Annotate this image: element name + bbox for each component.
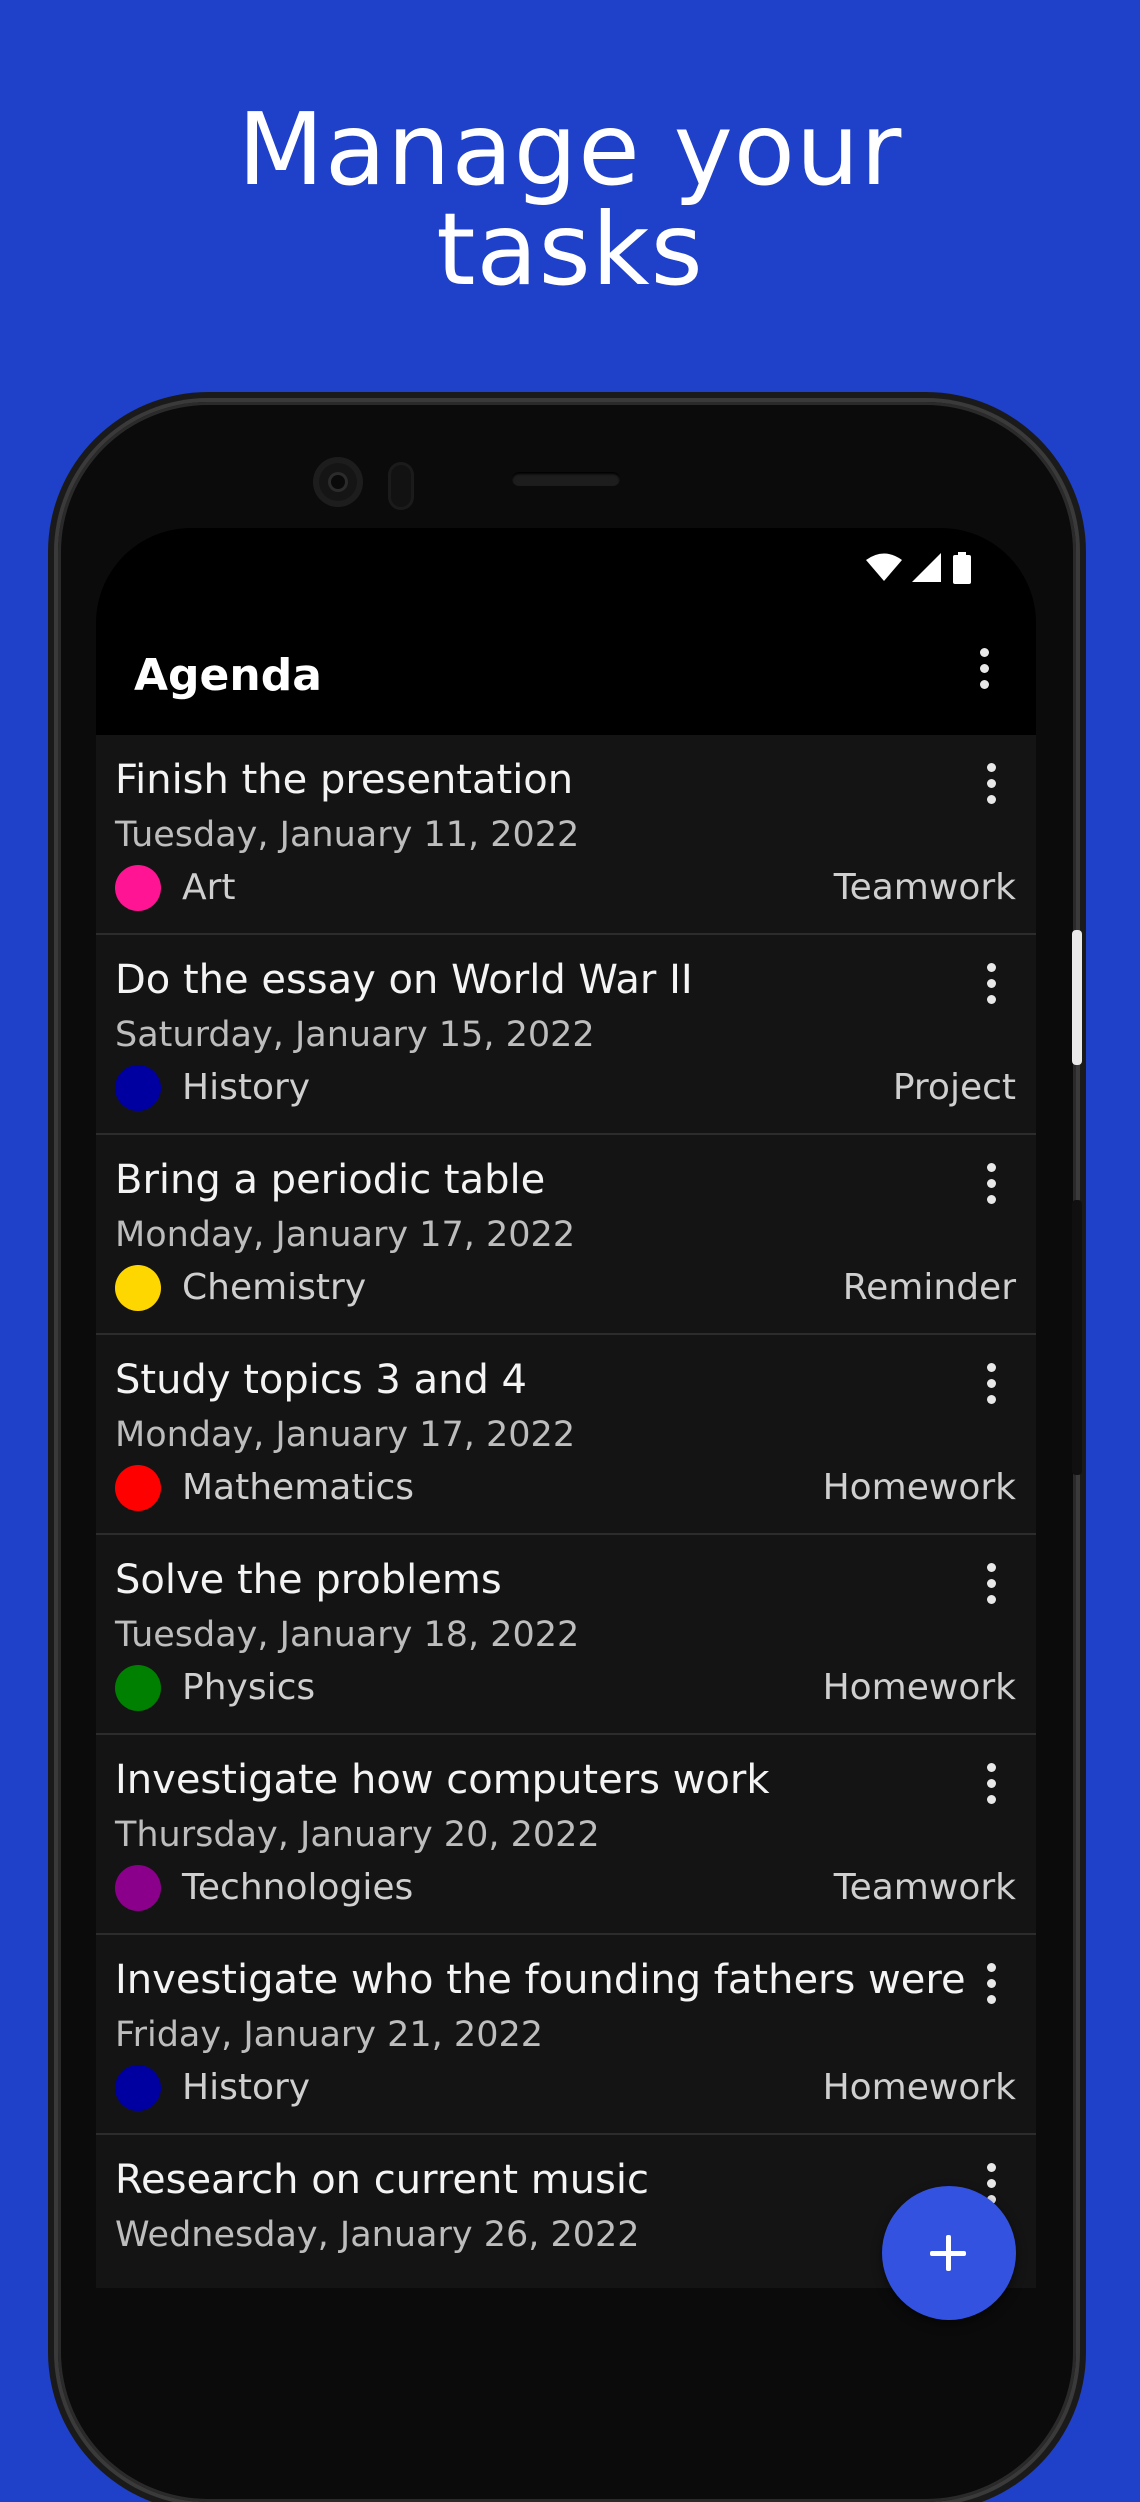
task-row[interactable]: Study topics 3 and 4 Monday, January 17, …	[96, 1335, 1036, 1535]
app-title: Agenda	[134, 650, 322, 701]
task-title: Do the essay on World War II	[115, 957, 693, 1003]
phone-screen: Agenda Finish the presentation Tuesday, J…	[96, 528, 1036, 2288]
subject-color-dot	[115, 1265, 161, 1311]
task-row[interactable]: Investigate who the founding fathers wer…	[96, 1935, 1036, 2135]
subject-color-dot	[115, 1865, 161, 1911]
task-subject: Physics	[182, 1667, 316, 1708]
task-title: Solve the problems	[115, 1557, 502, 1603]
task-row[interactable]: Finish the presentation Tuesday, January …	[96, 735, 1036, 935]
more-vert-icon[interactable]	[987, 1363, 996, 1404]
proximity-sensor	[388, 462, 414, 510]
task-type: Teamwork	[833, 1867, 1016, 1908]
subject-color-dot	[115, 2065, 161, 2111]
task-type: Homework	[822, 1467, 1016, 1508]
task-row[interactable]: Do the essay on World War II Saturday, Ja…	[96, 935, 1036, 1135]
task-date: Friday, January 21, 2022	[115, 2015, 543, 2055]
task-subject: Art	[182, 867, 236, 908]
subject-color-dot	[115, 1065, 161, 1111]
task-date: Wednesday, January 26, 2022	[115, 2215, 640, 2255]
more-vert-icon[interactable]	[987, 963, 996, 1004]
add-task-button[interactable]	[882, 2186, 1016, 2320]
task-type: Homework	[822, 2067, 1016, 2108]
task-row[interactable]: Solve the problems Tuesday, January 18, 2…	[96, 1535, 1036, 1735]
more-vert-icon[interactable]	[987, 1763, 996, 1804]
status-bar	[866, 548, 972, 588]
task-date: Thursday, January 20, 2022	[115, 1815, 600, 1855]
task-title: Finish the presentation	[115, 757, 574, 803]
front-camera	[313, 457, 363, 507]
more-vert-icon[interactable]	[974, 648, 994, 708]
task-date: Tuesday, January 11, 2022	[115, 815, 580, 855]
task-type: Teamwork	[833, 867, 1016, 908]
task-date: Monday, January 17, 2022	[115, 1415, 576, 1455]
task-row[interactable]: Bring a periodic table Monday, January 17…	[96, 1135, 1036, 1335]
task-type: Reminder	[842, 1267, 1016, 1308]
more-vert-icon[interactable]	[987, 1963, 996, 2004]
volume-button	[1072, 1200, 1082, 1475]
subject-color-dot	[115, 1465, 161, 1511]
power-button	[1072, 930, 1082, 1065]
subject-color-dot	[115, 865, 161, 911]
task-title: Research on current music	[115, 2157, 650, 2203]
task-subject: History	[182, 2067, 311, 2108]
headline: Manage your tasks	[0, 100, 1140, 300]
task-title: Investigate who the founding fathers wer…	[115, 1957, 966, 2003]
task-date: Saturday, January 15, 2022	[115, 1015, 595, 1055]
task-date: Tuesday, January 18, 2022	[115, 1615, 580, 1655]
wifi-icon	[866, 553, 902, 581]
battery-icon	[953, 552, 971, 584]
task-date: Monday, January 17, 2022	[115, 1215, 576, 1255]
task-title: Investigate how computers work	[115, 1757, 770, 1803]
more-vert-icon[interactable]	[987, 1163, 996, 1204]
task-title: Study topics 3 and 4	[115, 1357, 527, 1403]
task-subject: History	[182, 1067, 311, 1108]
more-vert-icon[interactable]	[987, 1563, 996, 1604]
cell-signal-icon	[912, 553, 941, 582]
task-type: Project	[892, 1067, 1016, 1108]
headline-line-2: tasks	[436, 191, 704, 308]
task-subject: Mathematics	[182, 1467, 414, 1508]
task-list: Finish the presentation Tuesday, January …	[96, 735, 1036, 2288]
more-vert-icon[interactable]	[987, 763, 996, 804]
subject-color-dot	[115, 1665, 161, 1711]
task-type: Homework	[822, 1667, 1016, 1708]
app-bar: Agenda	[96, 620, 1036, 740]
task-subject: Chemistry	[182, 1267, 367, 1308]
task-row[interactable]: Investigate how computers work Thursday, …	[96, 1735, 1036, 1935]
task-subject: Technologies	[182, 1867, 414, 1908]
headline-line-1: Manage your	[237, 91, 903, 208]
earpiece-speaker	[512, 472, 620, 486]
task-title: Bring a periodic table	[115, 1157, 546, 1203]
